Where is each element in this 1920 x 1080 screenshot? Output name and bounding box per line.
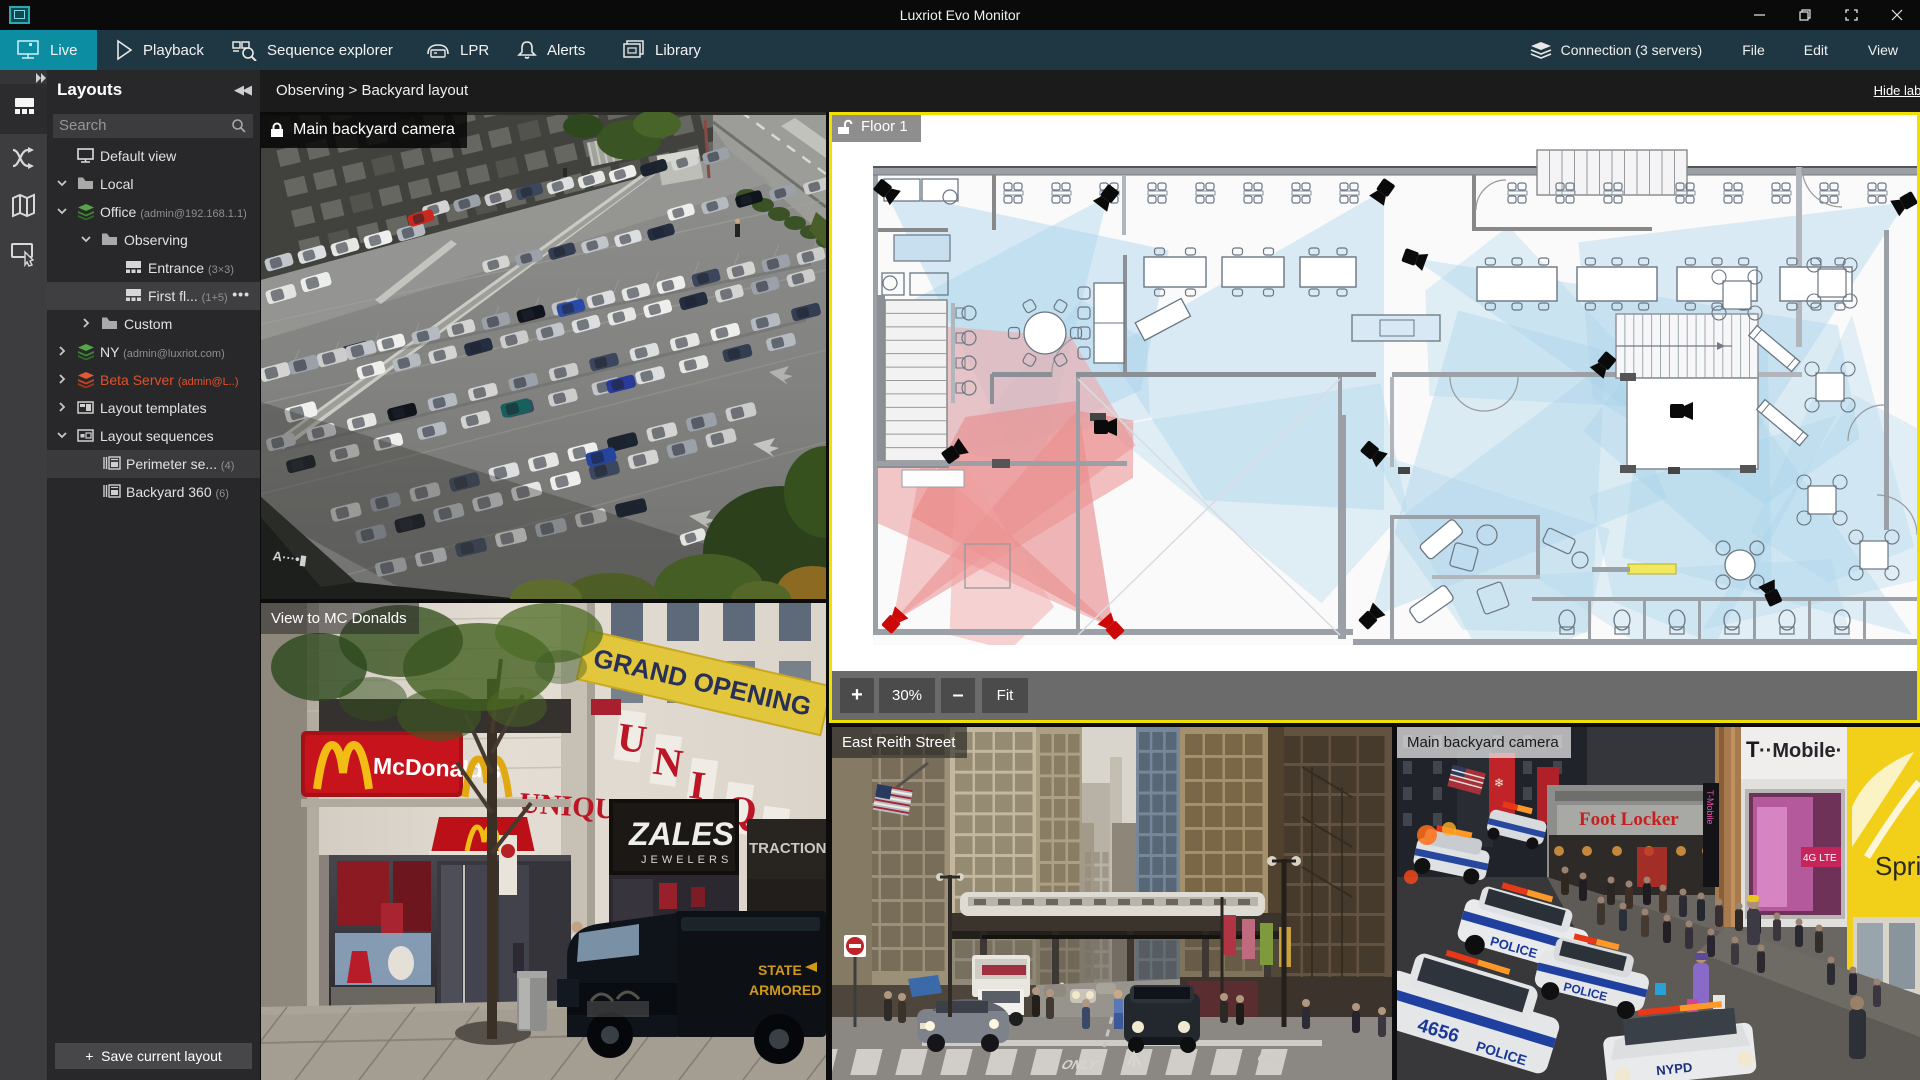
svg-text:··Mobile·: ··Mobile·: [1759, 740, 1842, 762]
svg-text:4G LTE: 4G LTE: [1803, 853, 1837, 864]
svg-text:ARMORED: ARMORED: [749, 982, 821, 998]
svg-text:T-Mobile: T-Mobile: [1705, 790, 1715, 825]
svg-text:Sprint: Sprint: [1875, 851, 1920, 881]
svg-text:STATE: STATE: [758, 962, 802, 978]
svg-text:❄: ❄: [1494, 776, 1504, 790]
svg-text:T: T: [1746, 737, 1760, 762]
svg-text:ZALES: ZALES: [628, 816, 735, 852]
svg-text:JEWELERS: JEWELERS: [641, 854, 732, 866]
svg-text:TRACTION: TRACTION: [749, 840, 826, 857]
svg-text:Foot Locker: Foot Locker: [1579, 809, 1679, 830]
